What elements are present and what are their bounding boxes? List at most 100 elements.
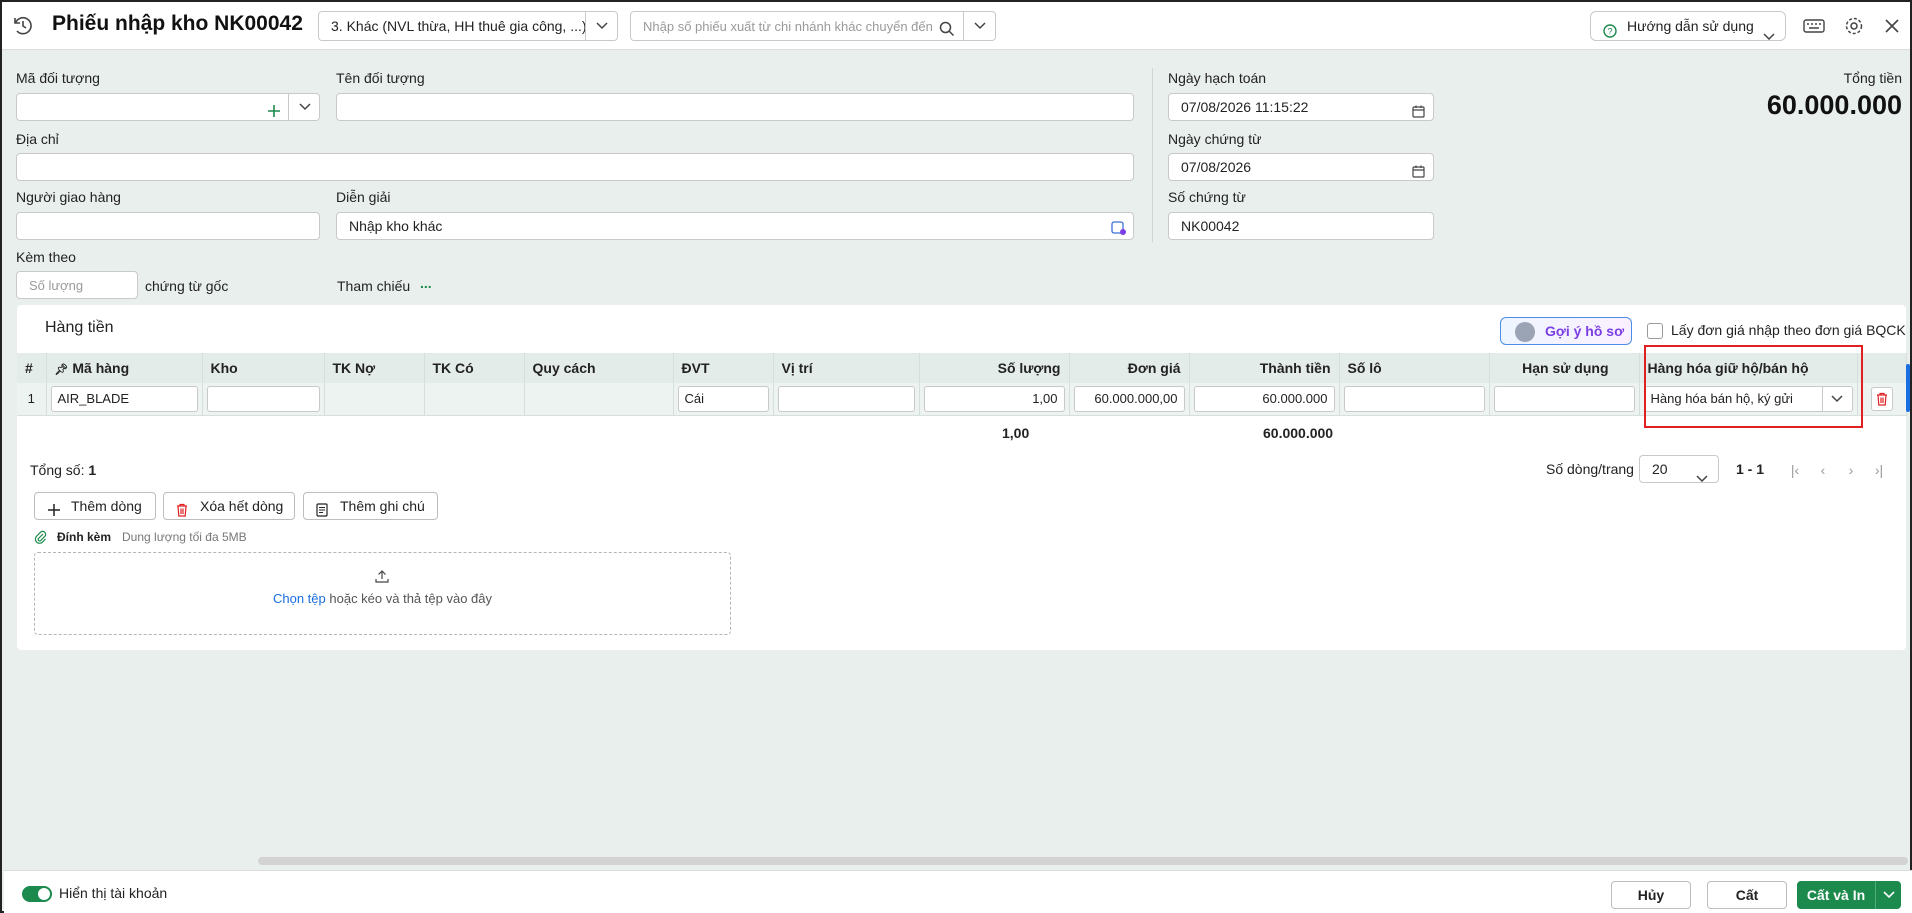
ma-doi-tuong-input[interactable] bbox=[16, 93, 320, 121]
dvt-cell[interactable]: Cái bbox=[677, 385, 769, 412]
col-kho[interactable]: Kho bbox=[202, 353, 325, 383]
chevron-down-icon[interactable] bbox=[288, 94, 319, 120]
cat-button[interactable]: Cất bbox=[1707, 881, 1787, 909]
chevron-down-icon[interactable] bbox=[963, 12, 995, 40]
them-ghi-chu-button[interactable]: Thêm ghi chú bbox=[303, 492, 438, 520]
col-tk-no[interactable]: TK Nợ bbox=[324, 353, 425, 383]
keyboard-icon[interactable] bbox=[1802, 14, 1826, 38]
history-icon[interactable] bbox=[11, 14, 35, 38]
chevron-down-icon[interactable] bbox=[585, 12, 617, 40]
chevron-down-icon bbox=[1763, 22, 1775, 40]
dinh-kem-label: Đính kèm bbox=[57, 530, 112, 544]
nguoi-giao-hang-input[interactable] bbox=[16, 212, 320, 240]
goi-y-ho-so-label: Gợi ý hồ sơ bbox=[1545, 323, 1625, 339]
tham-chieu-label: Tham chiếu bbox=[337, 278, 411, 294]
transfer-search-input[interactable]: Nhập số phiếu xuất từ chi nhánh khác chu… bbox=[630, 11, 996, 41]
search-icon[interactable] bbox=[939, 18, 955, 37]
first-page-icon[interactable]: |‹ bbox=[1787, 462, 1803, 478]
dien-giai-input[interactable]: Nhập kho khác bbox=[336, 212, 1134, 240]
chon-tep-link[interactable]: Chọn tệp bbox=[273, 591, 326, 606]
tong-so-value: 1 bbox=[88, 462, 97, 478]
them-dong-button[interactable]: Thêm dòng bbox=[34, 492, 156, 520]
huy-button[interactable]: Hủy bbox=[1611, 881, 1691, 909]
so-chung-tu-input[interactable]: NK00042 bbox=[1168, 212, 1434, 240]
help-guide-button[interactable]: ? Hướng dẫn sử dụng bbox=[1590, 11, 1786, 41]
col-vi-tri[interactable]: Vị trí bbox=[773, 353, 920, 383]
quy-cach-cell bbox=[524, 383, 674, 416]
voucher-type-value: 3. Khác (NVL thừa, HH thuê gia công, ...… bbox=[331, 18, 587, 34]
col-ma-hang[interactable]: 📌︎ Mã hàng bbox=[46, 353, 203, 383]
col-dvt[interactable]: ĐVT bbox=[673, 353, 774, 383]
tong-tien-label: Tổng tiền bbox=[1843, 70, 1902, 86]
dia-chi-input[interactable] bbox=[16, 153, 1134, 181]
dien-giai-label: Diễn giải bbox=[336, 189, 391, 205]
dropzone-text: Chọn tệp hoặc kéo và thả tệp vào đây bbox=[35, 591, 730, 606]
calendar-icon[interactable] bbox=[1412, 100, 1425, 120]
col-quy-cach[interactable]: Quy cách bbox=[524, 353, 674, 383]
pin-icon[interactable]: 📌︎ bbox=[55, 364, 69, 376]
trash-icon[interactable] bbox=[1870, 386, 1893, 411]
so-dong-value: 20 bbox=[1652, 461, 1668, 477]
avatar bbox=[1515, 322, 1535, 342]
so-chung-tu-value: NK00042 bbox=[1181, 218, 1240, 234]
keo-tha-text: hoặc kéo và thả tệp vào đây bbox=[329, 591, 492, 606]
last-page-icon[interactable]: ›| bbox=[1871, 462, 1887, 478]
so-lo-cell[interactable] bbox=[1343, 385, 1485, 412]
horizontal-scrollbar[interactable] bbox=[258, 857, 1908, 865]
ai-suggest-icon[interactable] bbox=[1111, 218, 1127, 235]
ngay-chung-tu-label: Ngày chứng từ bbox=[1168, 131, 1262, 147]
ten-doi-tuong-input[interactable] bbox=[336, 93, 1134, 121]
col-don-gia[interactable]: Đơn giá bbox=[1069, 353, 1190, 383]
dien-giai-value: Nhập kho khác bbox=[349, 218, 443, 234]
scroll-indicator[interactable] bbox=[1906, 364, 1910, 412]
them-dong-label: Thêm dòng bbox=[71, 498, 142, 514]
thanh-tien-cell[interactable]: 60.000.000 bbox=[1193, 385, 1335, 412]
han-su-dung-cell[interactable] bbox=[1493, 385, 1635, 412]
prev-page-icon[interactable]: ‹ bbox=[1815, 462, 1831, 478]
svg-text:?: ? bbox=[1607, 27, 1612, 37]
col-thanh-tien[interactable]: Thành tiền bbox=[1189, 353, 1340, 383]
next-page-icon[interactable]: › bbox=[1843, 462, 1859, 478]
tong-so-label: Tổng số: 1 bbox=[30, 462, 97, 478]
col-so-lo[interactable]: Số lô bbox=[1339, 353, 1490, 383]
hien-thi-tai-khoan-toggle[interactable] bbox=[22, 886, 52, 902]
goi-y-ho-so-button[interactable]: Gợi ý hồ sơ bbox=[1500, 317, 1632, 345]
so-luong-cell[interactable]: 1,00 bbox=[923, 385, 1065, 412]
footer-bar: Hiển thị tài khoản Hủy Cất Cất và In bbox=[4, 870, 1912, 913]
col-so-luong[interactable]: Số lượng bbox=[919, 353, 1070, 383]
col-ma-hang-label: Mã hàng bbox=[72, 360, 130, 376]
them-ghi-chu-label: Thêm ghi chú bbox=[340, 498, 425, 514]
app-window: Phiếu nhập kho NK00042 3. Khác (NVL thừa… bbox=[0, 0, 1912, 913]
ma-hang-cell[interactable]: AIR_BLADE bbox=[50, 385, 198, 412]
col-tk-co[interactable]: TK Có bbox=[424, 353, 525, 383]
calendar-icon[interactable] bbox=[1412, 160, 1425, 180]
gear-icon[interactable] bbox=[1842, 14, 1866, 38]
col-actions bbox=[1857, 353, 1907, 383]
voucher-type-select[interactable]: 3. Khác (NVL thừa, HH thuê gia công, ...… bbox=[318, 11, 618, 41]
ngay-hach-toan-label: Ngày hạch toán bbox=[1168, 70, 1267, 86]
search-placeholder: Nhập số phiếu xuất từ chi nhánh khác chu… bbox=[643, 19, 933, 34]
page-title: Phiếu nhập kho NK00042 bbox=[52, 12, 303, 35]
dung-luong-label: Dung lượng tối đa 5MB bbox=[122, 530, 247, 544]
col-han-su-dung[interactable]: Hạn sử dụng bbox=[1489, 353, 1640, 383]
lay-don-gia-checkbox[interactable] bbox=[1647, 323, 1663, 339]
ngay-chung-tu-input[interactable]: 07/08/2026 bbox=[1168, 153, 1434, 181]
header-bar: Phiếu nhập kho NK00042 3. Khác (NVL thừa… bbox=[2, 2, 1910, 50]
cat-va-in-button[interactable]: Cất và In bbox=[1797, 881, 1901, 909]
plus-icon[interactable] bbox=[267, 100, 281, 120]
kho-cell[interactable] bbox=[206, 385, 320, 412]
don-gia-cell[interactable]: 60.000.000,00 bbox=[1073, 385, 1185, 412]
chevron-down-icon[interactable] bbox=[1875, 881, 1901, 909]
so-dong-select[interactable]: 20 bbox=[1639, 455, 1719, 483]
vi-tri-cell[interactable] bbox=[777, 385, 915, 412]
tham-chieu-link[interactable]: ... bbox=[420, 275, 432, 291]
highlight-box bbox=[1644, 345, 1863, 428]
file-dropzone[interactable]: Chọn tệp hoặc kéo và thả tệp vào đây bbox=[34, 552, 731, 635]
cat-va-in-label: Cất và In bbox=[1806, 887, 1866, 903]
table-row[interactable]: 1 AIR_BLADE Cái 1,00 60.000.000,00 60.00… bbox=[17, 383, 1907, 416]
ngay-hach-toan-input[interactable]: 07/08/2026 11:15:22 bbox=[1168, 93, 1434, 121]
so-luong-input[interactable]: Số lượng bbox=[16, 271, 138, 299]
ma-doi-tuong-label: Mã đối tượng bbox=[16, 70, 100, 86]
close-icon[interactable] bbox=[1880, 14, 1904, 38]
xoa-het-dong-button[interactable]: Xóa hết dòng bbox=[163, 492, 295, 520]
